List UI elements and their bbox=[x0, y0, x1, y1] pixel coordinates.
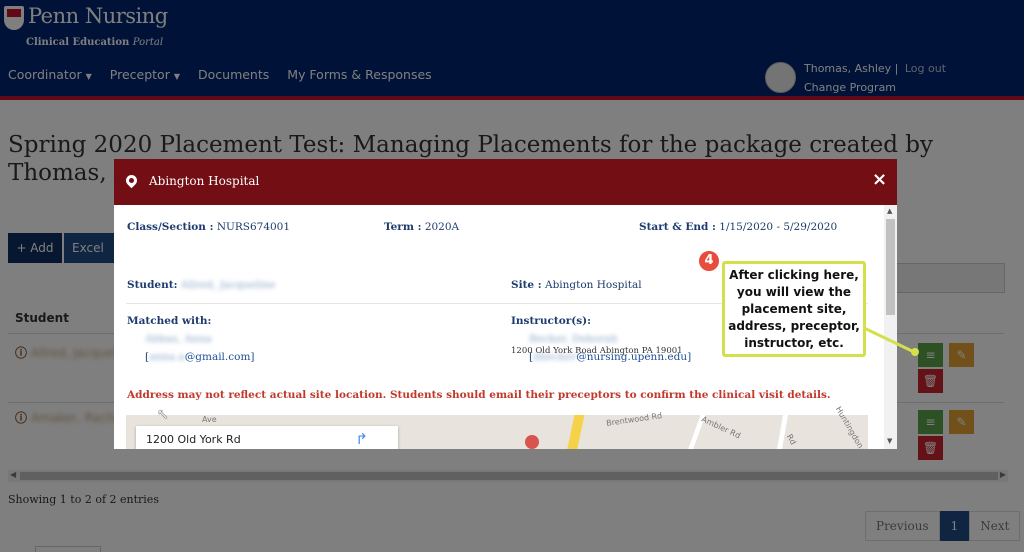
scroll-up-icon[interactable]: ▲ bbox=[887, 207, 892, 215]
step-badge: 4 bbox=[697, 249, 721, 273]
map-label: Ave bbox=[202, 415, 217, 424]
callout-arrow bbox=[861, 325, 919, 356]
site: Site : Abington Hospital bbox=[511, 279, 642, 291]
callout-arrow-head bbox=[911, 348, 919, 356]
map-marker-icon[interactable] bbox=[525, 435, 539, 449]
scroll-down-icon[interactable]: ▼ bbox=[887, 437, 892, 445]
callout-annotation: After clicking here, you will view the p… bbox=[722, 261, 866, 357]
mouse-cursor-icon: ↖ bbox=[157, 407, 169, 423]
address-warning: Address may not reflect actual site loca… bbox=[127, 389, 831, 401]
directions-icon[interactable]: ↱ bbox=[355, 430, 368, 448]
instructor-email[interactable]: [dbecker@nursing.upenn.edu] bbox=[529, 351, 691, 363]
instructor-name: Becker, Deborah bbox=[529, 333, 618, 345]
close-button[interactable]: × bbox=[872, 169, 887, 190]
modal-header: Abington Hospital × bbox=[114, 159, 897, 205]
map-road bbox=[557, 415, 585, 449]
instructor-label: Instructor(s): bbox=[511, 315, 591, 327]
modal-title: Abington Hospital bbox=[149, 174, 260, 188]
map-road bbox=[768, 415, 789, 449]
callout-arrow-line bbox=[861, 325, 913, 353]
matched-with-label: Matched with: bbox=[127, 315, 212, 327]
scrollbar-thumb[interactable] bbox=[886, 219, 895, 315]
map-label: Ambler Rd bbox=[700, 414, 742, 441]
preceptor-email[interactable]: [anna.a@gmail.com] bbox=[145, 351, 255, 363]
map-pin-icon bbox=[123, 172, 140, 189]
map-address: 1200 Old York Rd bbox=[146, 433, 241, 446]
map-address-card: 1200 Old York Rd ↱ bbox=[136, 426, 398, 449]
callout-text: After clicking here, you will view the p… bbox=[728, 268, 860, 350]
start-end-dates: Start & End : 1/15/2020 - 5/29/2020 bbox=[639, 221, 838, 233]
map-label: Rd bbox=[784, 432, 798, 447]
student: Student: Allred, Jacqueline bbox=[127, 279, 276, 291]
class-section: Class/Section : NURS674001 bbox=[127, 221, 291, 233]
preceptor-name: Abbas, Anna bbox=[145, 333, 212, 345]
term: Term : 2020A bbox=[384, 221, 460, 233]
